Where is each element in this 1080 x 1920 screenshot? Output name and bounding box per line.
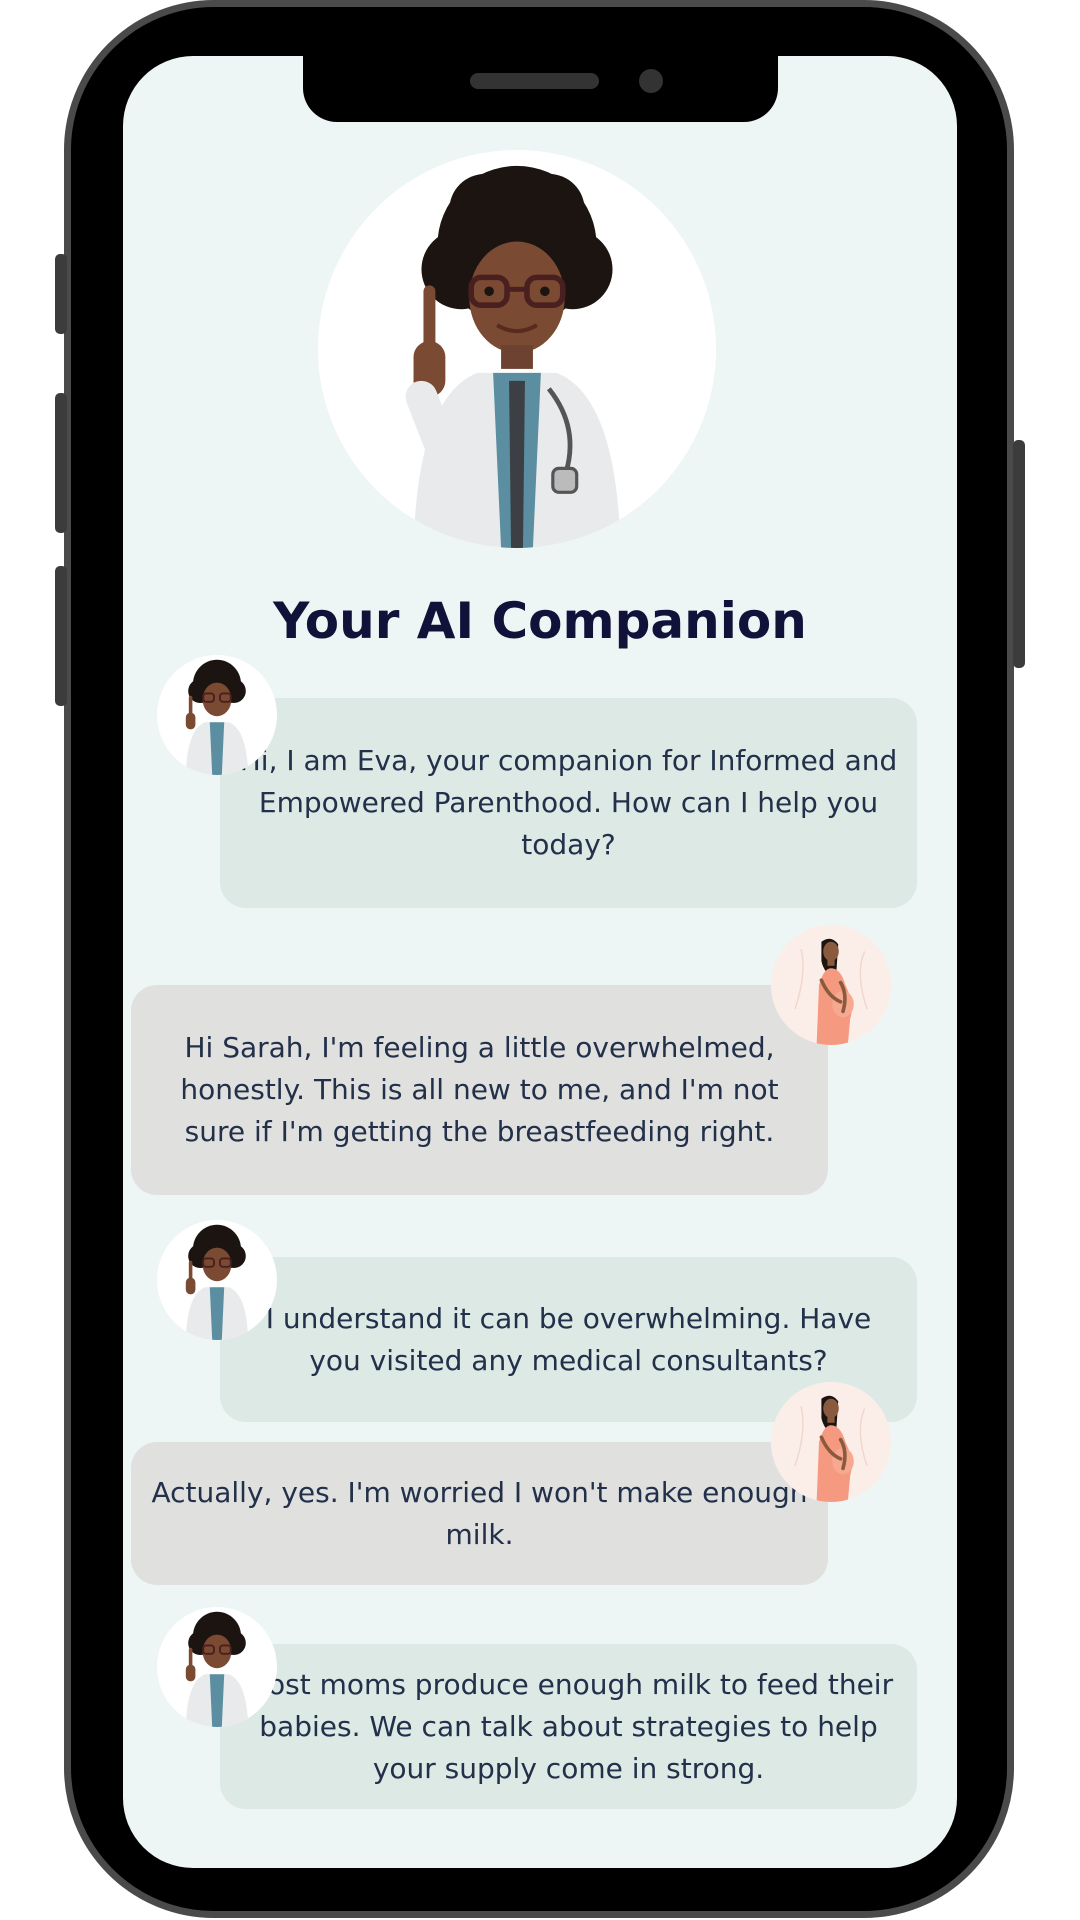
doctor-avatar-icon	[185, 1611, 249, 1727]
message-text: Hi Sarah, I'm feeling a little overwhelm…	[180, 1031, 779, 1148]
pregnant-woman-avatar-icon	[771, 925, 891, 1045]
speaker-grille	[470, 73, 599, 89]
silent-switch	[55, 254, 67, 334]
pregnant-woman-avatar-icon	[771, 1382, 891, 1502]
volume-down-button	[55, 566, 67, 706]
user-message: Hi Sarah, I'm feeling a little overwhelm…	[131, 985, 828, 1195]
user-avatar	[771, 1382, 891, 1502]
doctor-avatar-icon	[185, 659, 249, 775]
assistant-message: Hi, I am Eva, your companion for Informe…	[220, 698, 917, 908]
doctor-avatar-icon	[185, 1224, 249, 1340]
assistant-message: Most moms produce enough milk to feed th…	[220, 1644, 917, 1809]
assistant-avatar	[157, 655, 277, 775]
volume-up-button	[55, 393, 67, 533]
message-text: Most moms produce enough milk to feed th…	[243, 1667, 894, 1785]
power-button	[1013, 440, 1025, 668]
assistant-avatar	[157, 1607, 277, 1727]
doctor-avatar-icon	[318, 150, 716, 548]
message-text: Actually, yes. I'm worried I won't make …	[151, 1475, 808, 1551]
companion-avatar	[318, 150, 716, 548]
user-message: Actually, yes. I'm worried I won't make …	[131, 1442, 828, 1585]
assistant-avatar	[157, 1220, 277, 1340]
message-text: Hi, I am Eva, your companion for Informe…	[239, 744, 898, 861]
front-camera	[639, 69, 663, 93]
user-avatar	[771, 925, 891, 1045]
page-title: Your AI Companion	[273, 592, 807, 650]
message-text: I understand it can be overwhelming. Hav…	[265, 1301, 872, 1377]
notch	[303, 56, 778, 122]
